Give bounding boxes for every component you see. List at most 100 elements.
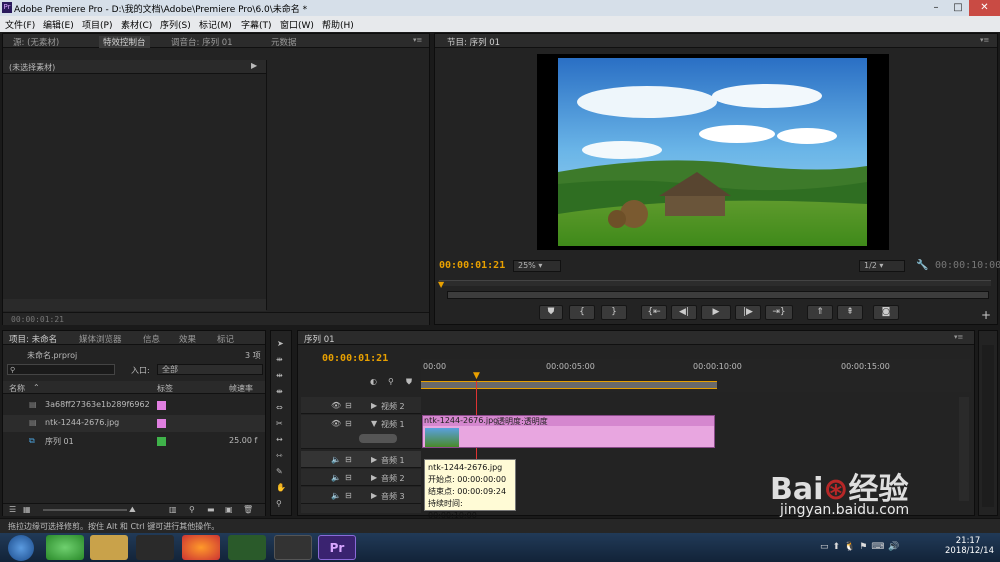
tab-source[interactable]: 源: (无素材)	[13, 36, 59, 48]
track-header-audio3[interactable]: 🔈 ⊟ ▶ 音频 3	[301, 487, 421, 504]
export-frame-camera-icon[interactable]: ◙	[873, 305, 899, 320]
tab-markers[interactable]: 标记	[217, 333, 234, 345]
lock-icon[interactable]: ⊟	[345, 491, 352, 500]
bin-icon[interactable]: ▥	[169, 505, 177, 514]
timeline-horizontal-scrollbar[interactable]	[301, 504, 421, 513]
table-row[interactable]: ⧉ 序列 01 25.00 f	[3, 433, 265, 450]
menu-sequence[interactable]: 序列(S)	[160, 18, 191, 31]
program-zoom-bar[interactable]	[447, 291, 989, 299]
mark-in-button[interactable]: {	[569, 305, 595, 320]
icon-view-icon[interactable]: ▦	[23, 505, 31, 514]
expand-icon[interactable]: ▶	[371, 455, 377, 464]
playhead-marker-icon[interactable]: ▼	[438, 280, 444, 289]
taskbar-app-icon[interactable]	[46, 535, 84, 560]
tab-effects[interactable]: 效果	[179, 333, 196, 345]
column-label[interactable]: 标签	[157, 383, 173, 394]
trash-icon[interactable]: 🗑	[243, 505, 253, 514]
slip-tool-icon[interactable]: ↔	[276, 435, 283, 444]
rolling-edit-tool-icon[interactable]: ⇼	[276, 387, 283, 396]
minimize-button[interactable]: –	[925, 0, 947, 16]
lock-icon[interactable]: ⊟	[345, 455, 352, 464]
time-ruler[interactable]: 00:00 00:00:05:00 00:00:10:00 00:00:15:0…	[421, 359, 971, 392]
menu-help[interactable]: 帮助(H)	[322, 18, 354, 31]
menu-marker[interactable]: 标记(M)	[199, 18, 232, 31]
track-header-video2[interactable]: 👁 ⊟ ▶ 视频 2	[301, 397, 421, 414]
speaker-icon[interactable]: 🔈	[331, 473, 341, 482]
menu-file[interactable]: 文件(F)	[5, 18, 35, 31]
extract-button[interactable]: ⇞	[837, 305, 863, 320]
add-marker-button[interactable]: ⛊	[539, 305, 563, 320]
step-forward-button[interactable]: |▶	[735, 305, 761, 320]
timeline-timecode[interactable]: 00:00:01:21	[322, 353, 388, 364]
list-view-icon[interactable]: ☰	[9, 505, 16, 514]
play-button[interactable]: ▶	[701, 305, 731, 320]
lock-icon[interactable]: ⊟	[345, 473, 352, 482]
lock-icon[interactable]: ⊟	[345, 419, 352, 428]
collapse-icon[interactable]: ▼	[371, 419, 377, 428]
menu-project[interactable]: 项目(P)	[82, 18, 112, 31]
track-header-video1[interactable]: 👁 ⊟ ▼ 视频 1	[301, 415, 421, 449]
table-row[interactable]: ▤ 3a68ff27363e1b289f69628	[3, 397, 265, 414]
in-select[interactable]: 全部	[157, 364, 263, 375]
timeline-vertical-scrollbar[interactable]	[959, 397, 969, 501]
panel-menu-icon[interactable]: ▾≡	[954, 333, 963, 341]
expand-icon[interactable]: ▶	[371, 401, 377, 410]
set-marker-icon[interactable]: ⚲	[388, 377, 394, 386]
clock[interactable]: 21:17 2018/12/14	[945, 536, 994, 556]
close-button[interactable]: ✕	[969, 0, 1000, 16]
zoom-slider[interactable]	[43, 509, 127, 511]
resolution-select[interactable]: 1/2 ▾	[859, 260, 905, 272]
add-button-icon[interactable]: +	[981, 308, 991, 322]
taskbar-firefox-icon[interactable]	[182, 535, 220, 560]
tab-media-browser[interactable]: 媒体浏览器	[79, 333, 122, 345]
program-timecode[interactable]: 00:00:01:21	[439, 260, 505, 271]
snap-icon[interactable]: ◐	[370, 377, 377, 386]
automate-icon[interactable]: ⛰	[129, 505, 136, 515]
eye-icon[interactable]: 👁	[331, 419, 341, 428]
hand-tool-icon[interactable]: ✋	[276, 483, 286, 492]
speaker-icon[interactable]: 🔈	[331, 455, 341, 464]
ripple-edit-tool-icon[interactable]: ⇹	[276, 371, 283, 380]
video-clip[interactable]: ntk-1244-2676.jpg 透明度:透明度	[422, 415, 715, 448]
zoom-select[interactable]: 25% ▾	[513, 260, 561, 272]
maximize-button[interactable]: □	[947, 0, 969, 16]
slide-tool-icon[interactable]: ⇿	[276, 451, 283, 460]
new-item-icon[interactable]: ▣	[225, 505, 233, 514]
speaker-icon[interactable]: 🔈	[331, 491, 341, 500]
tab-sequence[interactable]: 序列 01	[304, 333, 335, 345]
wrench-icon[interactable]: 🔧	[916, 260, 928, 271]
start-button[interactable]	[8, 535, 34, 561]
label-swatch[interactable]	[157, 401, 166, 410]
razor-tool-icon[interactable]: ✂	[276, 419, 283, 428]
marker-icon[interactable]: ⛊	[406, 377, 412, 387]
menu-title[interactable]: 字幕(T)	[241, 18, 272, 31]
tab-info[interactable]: 信息	[143, 333, 160, 345]
label-swatch[interactable]	[157, 419, 166, 428]
go-to-out-button[interactable]: ⇥}	[765, 305, 793, 320]
tab-metadata[interactable]: 元数据	[271, 36, 297, 48]
menu-clip[interactable]: 素材(C)	[121, 18, 152, 31]
step-back-button[interactable]: ◀|	[671, 305, 697, 320]
menu-window[interactable]: 窗口(W)	[280, 18, 314, 31]
taskbar-qq-icon[interactable]	[136, 535, 174, 560]
eye-icon[interactable]: 👁	[331, 401, 341, 410]
clip-effect[interactable]: 透明度:透明度	[497, 416, 548, 427]
taskbar-media-icon[interactable]	[228, 535, 266, 560]
taskbar-record-icon[interactable]	[274, 535, 312, 560]
effect-scrollbar[interactable]	[3, 299, 266, 311]
tab-program[interactable]: 节目: 序列 01	[447, 36, 500, 48]
playhead-icon[interactable]: ▼	[473, 371, 480, 381]
track-select-tool-icon[interactable]: ⇻	[276, 355, 283, 364]
lift-button[interactable]: ⇑	[807, 305, 833, 320]
mark-out-button[interactable]: }	[601, 305, 627, 320]
pen-tool-icon[interactable]: ✎	[276, 467, 283, 476]
column-frame-rate[interactable]: 帧速率	[229, 383, 253, 394]
rate-stretch-tool-icon[interactable]: ⇔	[276, 403, 283, 412]
zoom-tool-icon[interactable]: ⚲	[276, 499, 282, 508]
track-header-audio1[interactable]: 🔈 ⊟ ▶ 音频 1	[301, 451, 421, 468]
lock-icon[interactable]: ⊟	[345, 401, 352, 410]
sort-up-icon[interactable]: ⌃	[33, 383, 40, 392]
tab-audio-mixer[interactable]: 调音台: 序列 01	[171, 36, 233, 48]
new-bin-icon[interactable]: ▬	[207, 505, 215, 514]
system-tray-icons[interactable]: ▭⬆🐧⚑⌨🔊	[820, 542, 904, 552]
